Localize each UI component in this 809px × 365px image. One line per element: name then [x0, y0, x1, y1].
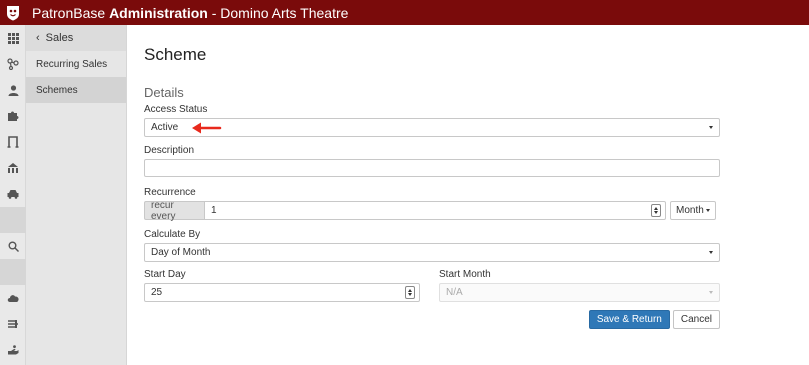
sidebar-divider [0, 259, 26, 285]
start-day-value: 25 [151, 287, 163, 298]
page-title: Scheme [144, 45, 207, 64]
hand-icon[interactable] [0, 337, 26, 363]
back-to-sales-link[interactable]: ‹ Sales [26, 25, 126, 51]
recurrence-unit-dropdown[interactable]: Month [670, 201, 716, 220]
search-icon[interactable] [0, 233, 26, 259]
main-content: Scheme Details Access Status Active Desc… [144, 25, 720, 329]
patronbase-logo-icon[interactable] [0, 0, 26, 25]
pipeline-icon[interactable] [0, 311, 26, 337]
grid-icon[interactable] [0, 25, 26, 51]
number-spinner-icon[interactable] [405, 286, 415, 299]
doorway-icon[interactable] [0, 129, 26, 155]
recur-every-addon: recur every [144, 200, 204, 222]
subnav-item-schemes[interactable]: Schemes [26, 77, 126, 103]
subnav-item-recurring-sales[interactable]: Recurring Sales [26, 51, 126, 77]
access-status-select[interactable]: Active [144, 118, 720, 137]
calculate-by-value: Day of Month [151, 247, 211, 258]
section-title: Details [144, 85, 184, 100]
caret-down-icon [709, 291, 713, 294]
back-label: Sales [45, 32, 74, 44]
app-title: PatronBase Administration - Domino Arts … [32, 4, 349, 21]
top-bar: PatronBase Administration - Domino Arts … [0, 0, 809, 25]
puzzle-icon[interactable] [0, 103, 26, 129]
start-day-group: Start Day 25 [144, 269, 420, 302]
start-month-value: N/A [446, 287, 463, 298]
start-row: Start Day 25 Start Month N/A [144, 269, 720, 302]
sidebar-divider [0, 207, 26, 233]
caret-down-icon [705, 209, 710, 212]
cloud-icon[interactable] [0, 285, 26, 311]
number-spinner-icon[interactable] [651, 204, 661, 217]
description-label: Description [144, 145, 195, 156]
recurrence-unit-value: Month [676, 205, 704, 216]
recurrence-label: Recurrence [144, 187, 196, 198]
user-icon[interactable] [0, 77, 26, 103]
start-day-label: Start Day [144, 269, 186, 280]
recurrence-number-input[interactable]: 1 [204, 201, 666, 220]
form-actions: Save & Return Cancel [144, 310, 720, 329]
start-month-label: Start Month [439, 269, 491, 280]
access-status-label: Access Status [144, 104, 208, 115]
recurrence-value: 1 [211, 205, 217, 216]
save-and-return-button[interactable]: Save & Return [588, 310, 670, 329]
cancel-button[interactable]: Cancel [672, 310, 720, 329]
connections-icon[interactable] [0, 51, 26, 77]
caret-down-icon [709, 126, 713, 129]
recurrence-group: recur every 1 Month [144, 200, 720, 222]
caret-down-icon [709, 251, 713, 254]
calculate-by-select[interactable]: Day of Month [144, 243, 720, 262]
annotation-arrow-icon [190, 121, 222, 138]
access-status-value: Active [151, 122, 179, 133]
sub-navigation: ‹ Sales Recurring Sales Schemes [26, 25, 127, 365]
chevron-left-icon: ‹ [36, 32, 40, 44]
icon-sidebar [0, 25, 26, 365]
start-month-group: Start Month N/A [439, 269, 720, 302]
description-input[interactable] [144, 159, 720, 177]
start-day-input[interactable]: 25 [144, 283, 420, 302]
seating-icon[interactable] [0, 155, 26, 181]
calculate-by-label: Calculate By [144, 229, 201, 240]
start-month-select[interactable]: N/A [439, 283, 720, 302]
car-icon[interactable] [0, 181, 26, 207]
